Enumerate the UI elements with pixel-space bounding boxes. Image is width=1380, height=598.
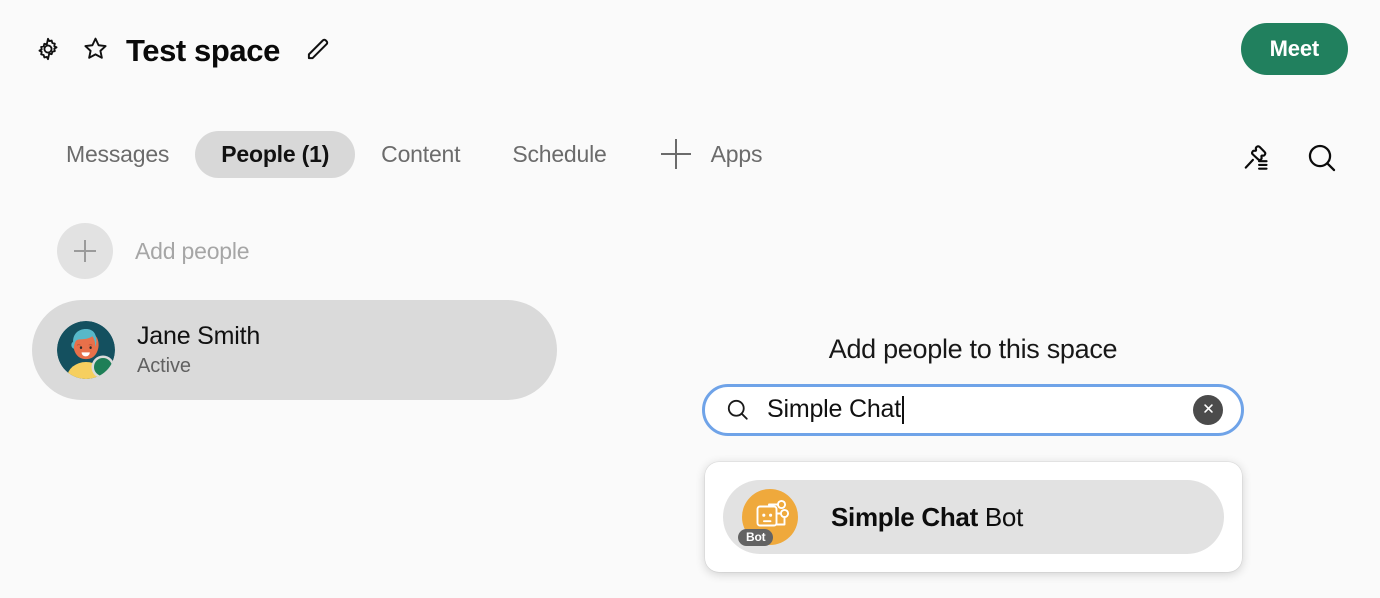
search-icon xyxy=(1305,141,1339,178)
close-icon xyxy=(1201,401,1216,419)
meet-button[interactable]: Meet xyxy=(1240,23,1348,75)
apps-label: Apps xyxy=(710,140,763,167)
tabbar-actions xyxy=(1236,139,1342,179)
list-item[interactable]: Jane Smith Active xyxy=(32,300,557,400)
gear-icon xyxy=(35,36,61,65)
avatar xyxy=(57,321,115,379)
space-header: Test space Meet xyxy=(0,0,1380,100)
tab-messages[interactable]: Messages xyxy=(40,131,195,178)
page-title: Test space xyxy=(126,32,280,68)
add-people-label: Add people xyxy=(135,237,250,264)
plus-icon xyxy=(660,139,691,169)
plus-icon xyxy=(57,223,113,279)
avatar: Bot xyxy=(738,489,798,546)
pin-list-icon xyxy=(1240,142,1272,177)
text-cursor xyxy=(901,395,904,424)
result-label: Simple Chat Bot xyxy=(831,502,1023,533)
result-suffix: Bot xyxy=(984,501,1024,532)
tab-schedule[interactable]: Schedule xyxy=(486,131,632,178)
bot-badge: Bot xyxy=(738,529,774,546)
edit-space-name-button[interactable] xyxy=(300,32,336,68)
tab-people[interactable]: People (1) xyxy=(195,130,356,178)
search-results-dropdown: Bot Simple Chat Bot xyxy=(705,462,1242,572)
tab-content[interactable]: Content xyxy=(355,131,486,178)
person-name: Jane Smith xyxy=(137,322,261,351)
list-item[interactable]: Bot Simple Chat Bot xyxy=(723,480,1224,554)
search-input[interactable]: Simple Chat xyxy=(767,395,901,424)
pencil-edit-icon xyxy=(304,35,332,66)
clear-search-button[interactable] xyxy=(1193,394,1223,425)
search-icon xyxy=(725,397,751,423)
people-list: Add people Jane Smith Active xyxy=(32,212,557,400)
status-badge: Active xyxy=(137,354,191,377)
search-button[interactable] xyxy=(1302,139,1342,179)
tab-list: Messages People (1) Content Schedule App… xyxy=(40,130,763,178)
person-details: Jane Smith Active xyxy=(137,322,260,378)
search-people-field[interactable]: Simple Chat xyxy=(702,383,1244,436)
header-left-group: Test space xyxy=(30,32,336,68)
space-tabbar: Messages People (1) Content Schedule App… xyxy=(0,125,1380,183)
pinned-messages-button[interactable] xyxy=(1236,139,1276,179)
add-people-title: Add people to this space xyxy=(828,334,1118,364)
result-name: Simple Chat xyxy=(831,501,978,532)
add-people-row[interactable]: Add people xyxy=(32,212,557,290)
star-icon xyxy=(82,35,109,65)
space-settings-button[interactable] xyxy=(30,32,66,68)
favorite-star-button[interactable] xyxy=(78,33,112,67)
add-people-panel: Add people to this space Simple Chat xyxy=(702,334,1244,436)
search-input-wrap[interactable]: Simple Chat xyxy=(767,395,1193,424)
add-apps-button[interactable]: Apps xyxy=(660,139,763,169)
